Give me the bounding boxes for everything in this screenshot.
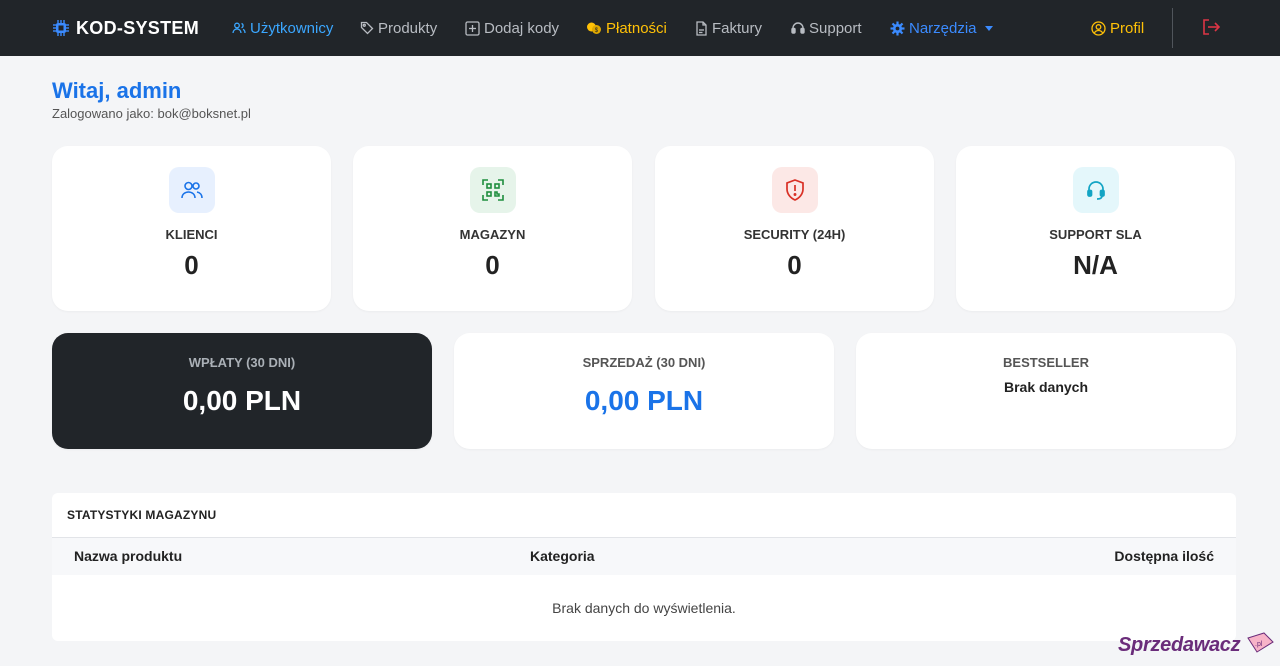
svg-text:.pl: .pl [1255,641,1263,648]
nav-support[interactable]: Support [791,0,862,56]
table-header: Nazwa produktu Kategoria Dostępna ilość [52,538,1236,575]
sales-value: 0,00 PLN [584,385,704,416]
plus-square-icon [465,20,480,36]
stat-card-warehouse: MAGAZYN 0 [353,146,632,311]
nav-divider [1172,8,1173,48]
users-icon [169,167,215,213]
qr-code-icon [470,167,516,213]
empty-state: Brak danych do wyświetlenia. [552,600,736,616]
payments-value: 0,00 PLN [182,385,302,416]
column-header-available-qty: Dostępna ilość [1114,548,1214,564]
stat-card-support-sla: SUPPORT SLA N/A [956,146,1235,311]
logout-button[interactable] [1200,16,1224,40]
bestseller-value: Brak danych [1003,379,1089,395]
brand-name: KOD-SYSTEM [76,17,200,38]
top-navbar: KOD-SYSTEM Użytkownicy Produkty Dodaj ko… [0,0,1280,56]
stat-value: 0 [787,250,802,280]
logged-in-as: Zalogowano jako: bok@boksnet.pl [52,106,251,121]
invoice-icon [696,20,707,36]
nav-payments[interactable]: $ Płatności [586,0,667,56]
coins-icon: $ [587,22,601,34]
tag-icon [360,21,374,35]
logout-icon [1203,19,1221,35]
user-circle-icon [1091,20,1106,36]
stat-label: MAGAZYN [459,227,526,242]
stat-card-clients: KLIENCI 0 [52,146,331,311]
column-header-category: Kategoria [530,548,595,564]
sales-card: SPRZEDAŻ (30 DNI) 0,00 PLN [454,333,834,449]
sales-label: SPRZEDAŻ (30 DNI) [582,355,706,370]
headset-icon [1073,167,1119,213]
caret-down-icon [984,25,993,31]
nav-invoices[interactable]: Faktury [695,0,762,56]
nav-tools-dropdown[interactable]: Narzędzia [890,0,997,56]
nav-products[interactable]: Produkty [360,0,437,56]
chip-icon [53,20,69,36]
stat-label: SECURITY (24H) [743,227,846,242]
warehouse-stats-panel: STATYSTYKI MAGAZYNU Nazwa produktu Kateg… [52,493,1236,641]
column-header-product-name: Nazwa produktu [74,548,183,564]
price-tag-icon: .pl [1247,632,1274,653]
stat-value: N/A [1073,250,1118,280]
stat-value: 0 [485,250,500,280]
nav-profile[interactable]: Profil [1091,0,1144,56]
nav-add-codes[interactable]: Dodaj kody [465,0,559,56]
nav-users[interactable]: Użytkownicy [232,0,333,56]
users-icon [232,22,246,34]
bestseller-label: BESTSELLER [1003,355,1089,370]
page-title: Witaj, admin [52,78,182,103]
watermark-text: Sprzedawacz [1118,634,1241,656]
brand-logo[interactable]: KOD-SYSTEM [52,0,199,56]
stat-label: SUPPORT SLA [1049,227,1142,242]
panel-title: STATYSTYKI MAGAZYNU [67,508,217,522]
gear-icon [890,21,905,35]
shield-alert-icon [772,167,818,213]
stat-card-security: SECURITY (24H) 0 [655,146,934,311]
bestseller-card: BESTSELLER Brak danych [856,333,1236,449]
stat-label: KLIENCI [165,227,218,242]
payments-card: WPŁATY (30 DNI) 0,00 PLN [52,333,432,449]
stat-value: 0 [184,250,199,280]
payments-label: WPŁATY (30 DNI) [188,355,296,370]
watermark-logo: Sprzedawacz .pl [1110,628,1278,664]
headset-icon [791,22,805,34]
